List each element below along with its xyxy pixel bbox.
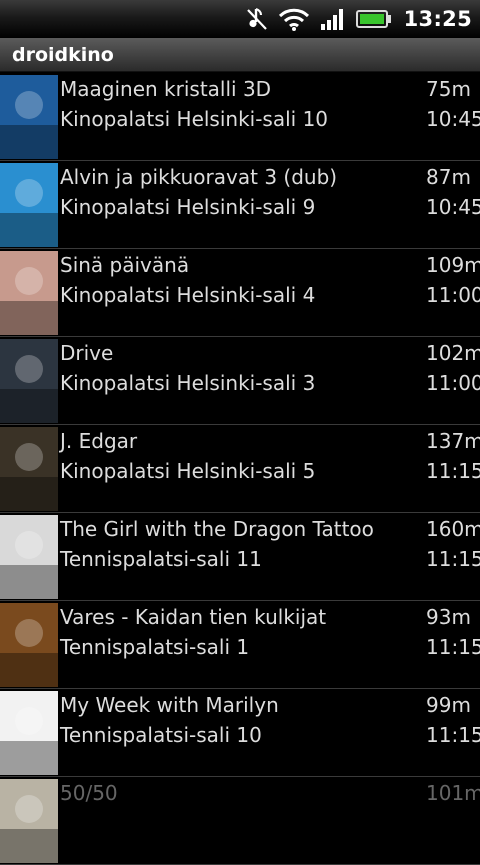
list-item[interactable]: Vares - Kaidan tien kulkijat 93m Tennispal… — [0, 601, 480, 689]
movie-title: The Girl with the Dragon Tattoo — [60, 517, 374, 541]
status-bar: 13:25 — [0, 0, 480, 38]
showtime: 11:15 — [426, 459, 480, 483]
movie-duration: 102m — [426, 341, 480, 365]
battery-icon — [355, 9, 392, 29]
movie-title: Alvin ja pikkuoravat 3 (dub) — [60, 165, 338, 189]
status-clock: 13:25 — [403, 7, 472, 31]
showtime: 11:15 — [426, 635, 480, 659]
movie-duration: 99m — [426, 693, 471, 717]
showtime: 10:45 — [426, 195, 480, 219]
poster-thumbnail — [0, 339, 58, 423]
list-item[interactable]: The Girl with the Dragon Tattoo 160m Tenni… — [0, 513, 480, 601]
poster-thumbnail — [0, 779, 58, 863]
movie-title: J. Edgar — [60, 429, 138, 453]
theater-hall: Kinopalatsi Helsinki-sali 10 — [60, 107, 329, 131]
list-item[interactable]: J. Edgar 137m Kinopalatsi Helsinki-sali 5 1… — [0, 425, 480, 513]
theater-hall: Kinopalatsi Helsinki-sali 9 — [60, 195, 316, 219]
showtime: 10:45 — [426, 107, 480, 131]
showtime: 11:00 — [426, 371, 480, 395]
movie-title: Sinä päivänä — [60, 253, 190, 277]
wifi-icon — [278, 7, 310, 31]
movie-title: Maaginen kristalli 3D — [60, 77, 272, 101]
showtime: 11:00 — [426, 283, 480, 307]
list-item[interactable]: Maaginen kristalli 3D 75m Kinopalatsi Hels… — [0, 73, 480, 161]
movie-duration: 109m — [426, 253, 480, 277]
showtime: 11:15 — [426, 547, 480, 571]
vibrate-silent-icon — [246, 6, 268, 32]
movie-title: 50/50 — [60, 781, 118, 805]
poster-thumbnail — [0, 427, 58, 511]
poster-thumbnail — [0, 163, 58, 247]
theater-hall: Tennispalatsi-sali 11 — [60, 547, 262, 571]
movie-title: Vares - Kaidan tien kulkijat — [60, 605, 327, 629]
list-item[interactable]: Drive 102m Kinopalatsi Helsinki-sali 3 11:0… — [0, 337, 480, 425]
app-title: droidkino — [12, 43, 114, 66]
poster-thumbnail — [0, 251, 58, 335]
movie-duration: 87m — [426, 165, 471, 189]
poster-thumbnail — [0, 515, 58, 599]
theater-hall: Tennispalatsi-sali 10 — [60, 723, 262, 747]
showtime: 11:15 — [426, 723, 480, 747]
movie-list[interactable]: Maaginen kristalli 3D 75m Kinopalatsi Hels… — [0, 73, 480, 865]
theater-hall: Tennispalatsi-sali 1 — [60, 635, 250, 659]
movie-duration: 101m — [426, 781, 480, 805]
theater-hall: Kinopalatsi Helsinki-sali 4 — [60, 283, 316, 307]
theater-hall: Kinopalatsi Helsinki-sali 3 — [60, 371, 316, 395]
movie-duration: 93m — [426, 605, 471, 629]
list-item[interactable]: Alvin ja pikkuoravat 3 (dub) 87m Kinopalat… — [0, 161, 480, 249]
movie-duration: 160m — [426, 517, 480, 541]
signal-strength-icon — [320, 8, 346, 30]
list-item[interactable]: Sinä päivänä 109m Kinopalatsi Helsinki-sal… — [0, 249, 480, 337]
poster-thumbnail — [0, 603, 58, 687]
movie-duration: 137m — [426, 429, 480, 453]
app-title-bar: droidkino — [0, 38, 480, 72]
list-item[interactable]: 50/50 101m — [0, 777, 480, 865]
movie-duration: 75m — [426, 77, 471, 101]
poster-thumbnail — [0, 691, 58, 775]
movie-title: My Week with Marilyn — [60, 693, 279, 717]
list-item[interactable]: My Week with Marilyn 99m Tennispalatsi-sal… — [0, 689, 480, 777]
theater-hall: Kinopalatsi Helsinki-sali 5 — [60, 459, 316, 483]
poster-thumbnail — [0, 75, 58, 159]
movie-title: Drive — [60, 341, 114, 365]
